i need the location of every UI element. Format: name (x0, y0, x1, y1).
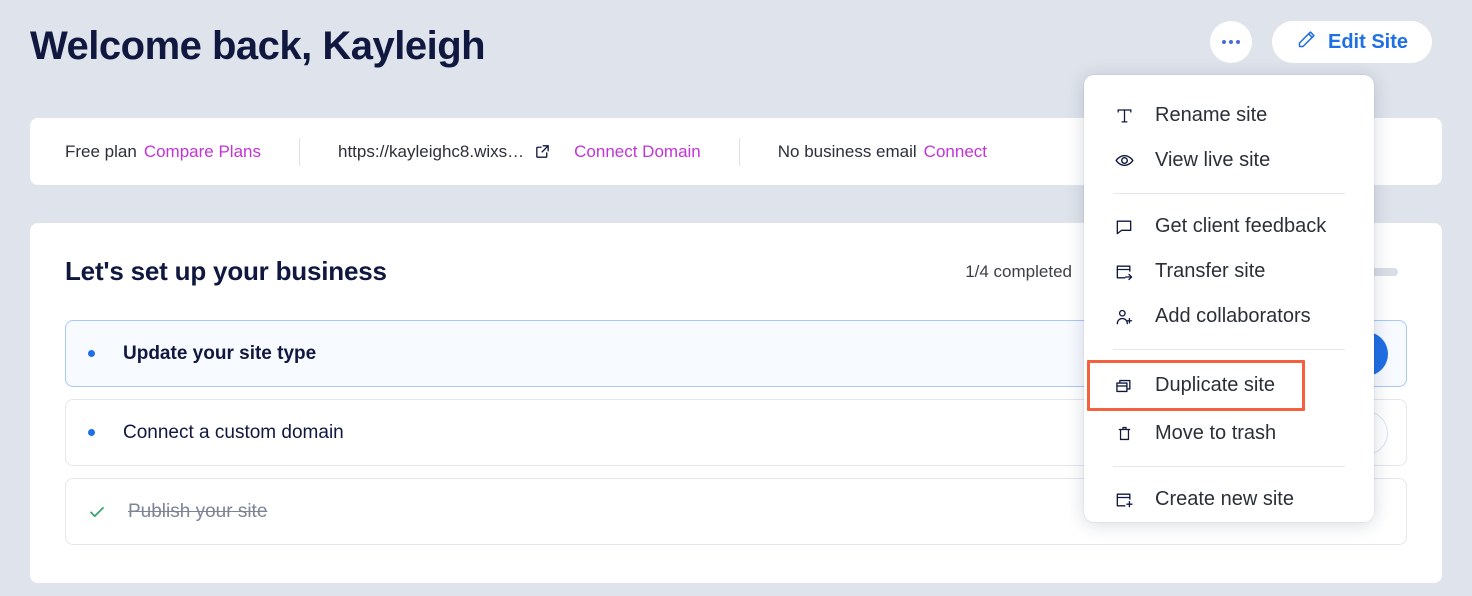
more-options-button[interactable] (1210, 21, 1252, 63)
menu-item-label: Add collaborators (1155, 305, 1311, 328)
ellipsis-icon (1222, 40, 1240, 44)
info-divider-1 (299, 138, 300, 166)
menu-item-label: Transfer site (1155, 260, 1265, 283)
menu-item-get-client-feedback[interactable]: Get client feedback (1084, 204, 1374, 249)
menu-item-label: Get client feedback (1155, 215, 1326, 238)
menu-separator-3 (1113, 466, 1345, 467)
setup-title: Let's set up your business (65, 256, 387, 287)
plan-label: Free plan (65, 142, 137, 162)
progress-label: 1/4 completed (965, 262, 1072, 282)
edit-site-label: Edit Site (1328, 31, 1408, 54)
info-divider-2 (739, 138, 740, 166)
menu-item-duplicate-site[interactable]: Duplicate site (1087, 360, 1305, 411)
site-options-menu: Rename site View live site Get client fe… (1084, 75, 1374, 522)
menu-item-label: Move to trash (1155, 422, 1276, 445)
menu-item-label: Duplicate site (1155, 374, 1275, 397)
site-url: https://kayleighc8.wixs… (338, 142, 524, 162)
email-segment: No business email Connect (778, 142, 987, 162)
edit-site-button[interactable]: Edit Site (1272, 21, 1432, 63)
menu-item-label: Create new site (1155, 488, 1294, 511)
menu-item-label: View live site (1155, 149, 1270, 172)
menu-separator-1 (1113, 193, 1345, 194)
menu-item-create-new-site[interactable]: Create new site (1084, 477, 1374, 522)
bullet-icon (88, 350, 95, 357)
header-actions: Edit Site (1210, 21, 1432, 63)
external-link-icon[interactable] (534, 143, 551, 160)
new-site-plus-icon (1113, 489, 1135, 511)
check-icon (88, 503, 106, 521)
domain-segment: https://kayleighc8.wixs… Connect Domain (338, 142, 701, 162)
page-title: Welcome back, Kayleigh (30, 24, 485, 69)
dashboard-page: Welcome back, Kayleigh Edit Site Free pl… (0, 0, 1472, 596)
email-label: No business email (778, 142, 917, 162)
duplicate-icon (1113, 375, 1135, 397)
plan-segment: Free plan Compare Plans (30, 142, 261, 162)
comment-icon (1113, 216, 1135, 238)
text-t-icon (1113, 105, 1135, 127)
eye-icon (1113, 150, 1135, 172)
menu-item-label: Rename site (1155, 104, 1267, 127)
menu-item-rename-site[interactable]: Rename site (1084, 93, 1374, 138)
person-plus-icon (1113, 306, 1135, 328)
task-label: Connect a custom domain (123, 422, 344, 444)
task-label: Update your site type (123, 343, 316, 365)
menu-separator-2 (1113, 349, 1345, 350)
menu-item-add-collaborators[interactable]: Add collaborators (1084, 294, 1374, 339)
menu-item-view-live-site[interactable]: View live site (1084, 138, 1374, 183)
connect-email-link[interactable]: Connect (924, 142, 987, 162)
bullet-icon (88, 429, 95, 436)
compare-plans-link[interactable]: Compare Plans (144, 142, 261, 162)
menu-item-move-to-trash[interactable]: Move to trash (1084, 411, 1374, 456)
transfer-arrow-icon (1113, 261, 1135, 283)
trash-icon (1113, 423, 1135, 445)
menu-item-transfer-site[interactable]: Transfer site (1084, 249, 1374, 294)
task-label: Publish your site (128, 501, 267, 523)
pencil-icon (1296, 29, 1317, 56)
connect-domain-link[interactable]: Connect Domain (574, 142, 701, 162)
